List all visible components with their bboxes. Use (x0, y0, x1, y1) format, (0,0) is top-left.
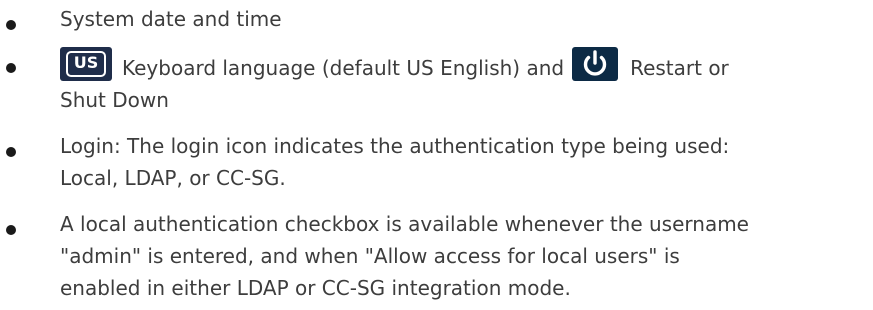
list-item-line: US Keyboard language (default US English)… (60, 46, 860, 84)
list-item-text: System date and time (60, 3, 860, 35)
keyboard-language-icon[interactable]: US (60, 47, 112, 81)
list-item-text: Login: The login icon indicates the auth… (60, 130, 860, 194)
list-item-line: System date and time (60, 7, 282, 31)
list-item-line: Local, LDAP, or CC-SG. (60, 166, 286, 190)
restart-text: Restart or (630, 56, 729, 80)
bullet-dot (6, 20, 16, 30)
list-item-line: Shut Down (60, 88, 169, 112)
list-item-line: "admin" is entered, and when "Allow acce… (60, 244, 680, 268)
power-icon[interactable] (572, 47, 619, 81)
list-item-text: A local authentication checkbox is avail… (60, 208, 860, 304)
keyboard-language-icon-label: US (66, 51, 106, 77)
list-item-line: enabled in either LDAP or CC-SG integrat… (60, 276, 571, 300)
keyboard-language-text: Keyboard language (default US English) a… (122, 56, 565, 80)
bullet-dot (6, 63, 16, 73)
list-item-text: US Keyboard language (default US English)… (60, 46, 860, 116)
list-item-line: Login: The login icon indicates the auth… (60, 134, 730, 158)
bullet-dot (6, 147, 16, 157)
bullet-dot (6, 225, 16, 235)
list-item-line: A local authentication checkbox is avail… (60, 212, 749, 236)
